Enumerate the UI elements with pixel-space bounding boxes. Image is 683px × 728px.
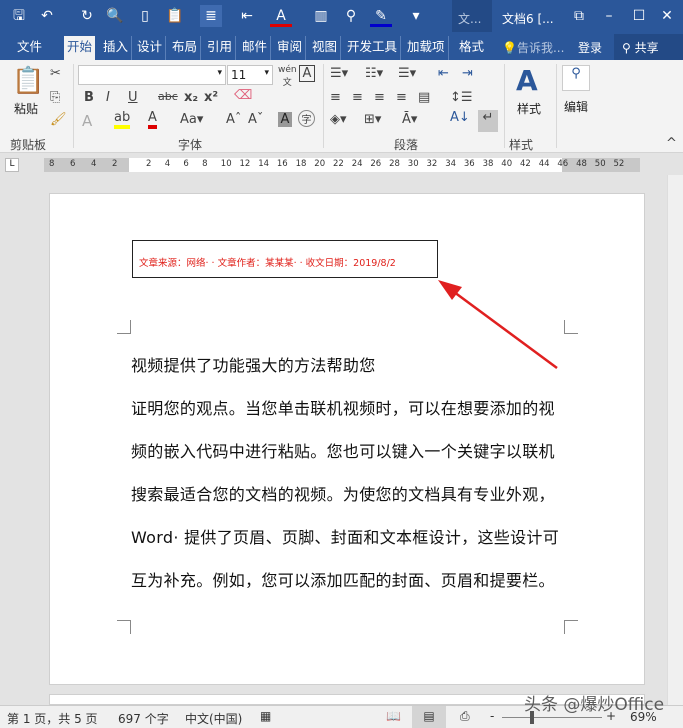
web-layout-icon[interactable]: ⎙ (460, 709, 470, 724)
macro-icon[interactable]: ▦ (260, 709, 271, 723)
body-line: 视频提供了功能强大的方法帮助您 (131, 356, 376, 375)
crop-mark (117, 620, 131, 634)
body-line: 互为补充。例如，您可以添加匹配的封面、页眉和提要栏。 (131, 571, 555, 590)
word-count[interactable]: 697 个字 (118, 710, 169, 727)
crop-mark (117, 320, 131, 334)
body-line: 搜索最适合您的文档的视频。为使您的文档具有专业外观， (131, 485, 555, 504)
body-line: Word· 提供了页眉、页脚、封面和文本框设计，这些设计可 (131, 528, 559, 547)
crop-mark (564, 320, 578, 334)
zoom-slider[interactable] (502, 717, 602, 718)
print-layout-icon[interactable]: ▤ (412, 706, 446, 728)
body-line: 证明您的观点。当您单击联机视频时，可以在想要添加的视 (131, 399, 555, 418)
page-count[interactable]: 第 1 页，共 5 页 (7, 710, 98, 727)
body-line: 频的嵌入代码中进行粘贴。您也可以键入一个关键字以联机 (131, 442, 555, 461)
read-mode-icon[interactable]: 📖 (386, 709, 401, 723)
vertical-scrollbar[interactable] (667, 175, 683, 705)
crop-mark (564, 620, 578, 634)
zoom-out-icon[interactable]: - (490, 709, 494, 723)
language[interactable]: 中文(中国) (185, 710, 242, 727)
watermark: 头条 @爆炒Office (524, 695, 665, 715)
